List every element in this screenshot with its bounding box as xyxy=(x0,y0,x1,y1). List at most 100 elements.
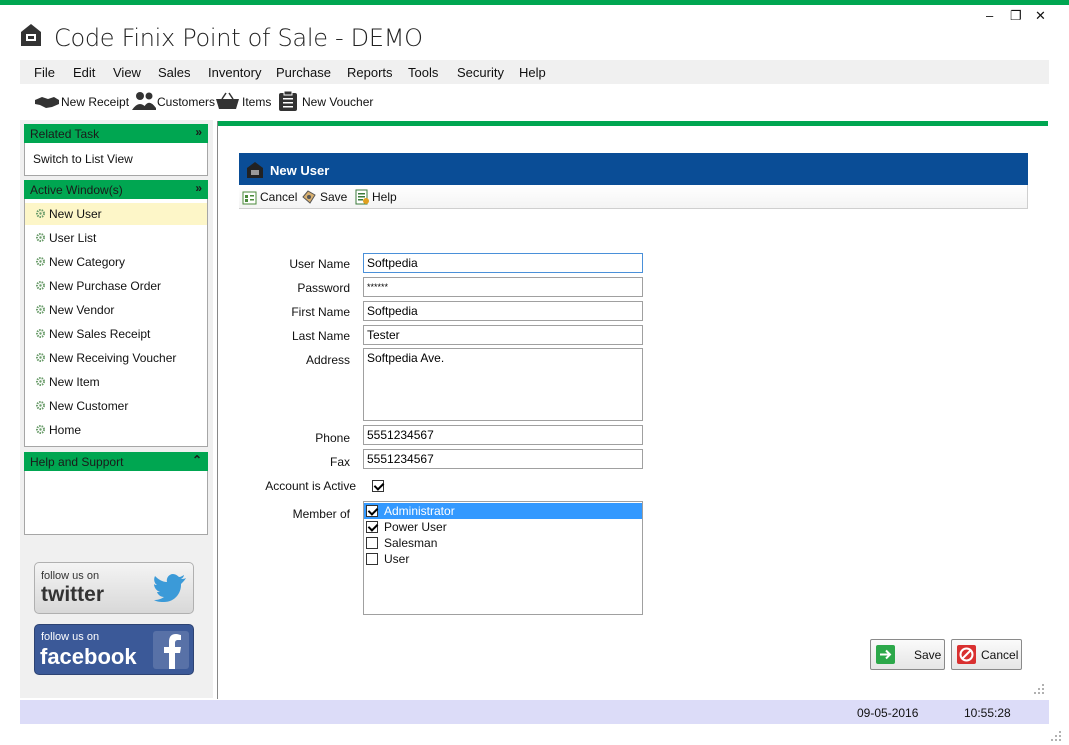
cancel-icon[interactable] xyxy=(242,190,258,206)
active-window-label: New Category xyxy=(49,255,126,269)
address-label: Address xyxy=(305,353,350,367)
member-label: Salesman xyxy=(384,536,438,550)
member-row-power-user[interactable]: Power User xyxy=(364,519,642,535)
gear-icon xyxy=(36,401,45,410)
active-window-label: New Sales Receipt xyxy=(49,327,151,341)
member-of-list[interactable]: Administrator Power User Salesman User xyxy=(363,501,643,615)
active-window-new-receiving-voucher[interactable]: New Receiving Voucher xyxy=(25,347,207,369)
twitter-badge[interactable]: follow us on twitter xyxy=(34,562,194,614)
new-voucher-button[interactable]: New Voucher xyxy=(302,95,373,109)
window-resize-grip-icon[interactable] xyxy=(1050,730,1062,742)
active-window-new-purchase-order[interactable]: New Purchase Order xyxy=(25,275,207,297)
switch-to-list-view-link[interactable]: Switch to List View xyxy=(25,148,207,170)
related-task-panel: Switch to List View xyxy=(24,143,208,176)
member-checkbox[interactable] xyxy=(366,553,378,565)
user-name-field[interactable]: Softpedia xyxy=(363,253,643,273)
related-task-header[interactable]: Related Task » xyxy=(24,124,208,143)
basket-icon[interactable] xyxy=(215,92,240,110)
cancel-button[interactable]: Cancel xyxy=(951,639,1022,670)
menu-inventory[interactable]: Inventory xyxy=(208,65,261,80)
facebook-badge[interactable]: follow us on facebook xyxy=(34,624,194,675)
password-label: Password xyxy=(297,281,350,295)
minimize-button[interactable]: – xyxy=(986,8,993,23)
help-support-header[interactable]: Help and Support ⌃ xyxy=(24,452,208,471)
toolbar-save-button[interactable]: Save xyxy=(320,190,347,204)
gear-icon xyxy=(36,353,45,362)
collapse-chevron-icon[interactable]: » xyxy=(195,181,202,195)
active-window-home[interactable]: Home xyxy=(25,419,207,441)
last-name-label: Last Name xyxy=(291,329,350,343)
member-checkbox[interactable] xyxy=(366,505,378,517)
app-icon xyxy=(21,24,41,46)
menu-purchase[interactable]: Purchase xyxy=(276,65,331,80)
save-icon[interactable] xyxy=(301,189,317,205)
clipboard-icon[interactable] xyxy=(278,90,298,112)
active-window-new-sales-receipt[interactable]: New Sales Receipt xyxy=(25,323,207,345)
new-receipt-button[interactable]: New Receipt xyxy=(61,95,129,109)
close-button[interactable]: ✕ xyxy=(1035,8,1046,24)
first-name-label: First Name xyxy=(291,305,350,319)
related-task-title: Related Task xyxy=(30,127,100,141)
account-active-label: Account is Active xyxy=(265,479,356,493)
password-field[interactable]: ****** xyxy=(363,277,643,297)
menu-file[interactable]: File xyxy=(34,65,55,80)
facebook-f-icon xyxy=(153,631,189,669)
handshake-icon[interactable] xyxy=(34,95,60,109)
member-row-administrator[interactable]: Administrator xyxy=(364,503,642,519)
active-windows-title: Active Window(s) xyxy=(30,183,123,197)
active-window-user-list[interactable]: User List xyxy=(25,227,207,249)
active-window-new-customer[interactable]: New Customer xyxy=(25,395,207,417)
fax-field[interactable]: 5551234567 xyxy=(363,449,643,469)
address-field[interactable]: Softpedia Ave. xyxy=(363,348,643,421)
toolbar-cancel-button[interactable]: Cancel xyxy=(260,190,297,204)
items-button[interactable]: Items xyxy=(242,95,271,109)
app-title: Code Finix Point of Sale - DEMO xyxy=(54,24,423,52)
active-window-label: New Vendor xyxy=(49,303,115,317)
active-window-new-vendor[interactable]: New Vendor xyxy=(25,299,207,321)
member-checkbox[interactable] xyxy=(366,537,378,549)
member-checkbox[interactable] xyxy=(366,521,378,533)
save-button[interactable]: Save xyxy=(870,639,945,670)
last-name-field[interactable]: Tester xyxy=(363,325,643,345)
menu-edit[interactable]: Edit xyxy=(73,65,95,80)
active-windows-panel: New User User List New Category New Purc… xyxy=(24,199,208,447)
menu-sales[interactable]: Sales xyxy=(158,65,191,80)
menu-tools[interactable]: Tools xyxy=(408,65,438,80)
account-active-checkbox[interactable] xyxy=(372,480,384,492)
facebook-follow-text: follow us on xyxy=(41,631,100,643)
gear-icon xyxy=(36,233,45,242)
save-button-label: Save xyxy=(914,648,942,662)
customers-icon[interactable] xyxy=(131,91,157,111)
first-name-field[interactable]: Softpedia xyxy=(363,301,643,321)
member-label: Power User xyxy=(384,520,447,534)
gear-icon xyxy=(36,257,45,266)
active-window-new-user[interactable]: New User xyxy=(25,203,207,225)
top-accent-bar xyxy=(0,0,1069,5)
phone-field[interactable]: 5551234567 xyxy=(363,425,643,445)
active-window-label: New Item xyxy=(49,375,100,389)
resize-grip-icon[interactable] xyxy=(1033,683,1045,695)
collapse-chevron-icon[interactable]: » xyxy=(195,125,202,139)
gear-icon xyxy=(36,209,45,218)
member-row-salesman[interactable]: Salesman xyxy=(364,535,642,551)
active-window-label: User List xyxy=(49,231,97,245)
toolbar-help-button[interactable]: Help xyxy=(372,190,397,204)
menu-view[interactable]: View xyxy=(113,65,141,80)
active-window-new-category[interactable]: New Category xyxy=(25,251,207,273)
cancel-button-label: Cancel xyxy=(981,648,1019,662)
member-of-label: Member of xyxy=(292,507,350,521)
menu-security[interactable]: Security xyxy=(457,65,504,80)
customers-button[interactable]: Customers xyxy=(157,95,215,109)
form-header xyxy=(239,153,1028,185)
member-row-user[interactable]: User xyxy=(364,551,642,567)
active-windows-header[interactable]: Active Window(s) » xyxy=(24,180,208,199)
menu-help[interactable]: Help xyxy=(519,65,546,80)
help-icon[interactable] xyxy=(354,189,370,205)
gear-icon xyxy=(36,281,45,290)
menu-reports[interactable]: Reports xyxy=(347,65,393,80)
restore-button[interactable]: ❐ xyxy=(1010,8,1022,24)
fax-label: Fax xyxy=(329,455,350,469)
active-window-new-item[interactable]: New Item xyxy=(25,371,207,393)
arrow-right-icon xyxy=(876,645,895,664)
expand-chevron-icon[interactable]: ⌃ xyxy=(192,453,202,467)
